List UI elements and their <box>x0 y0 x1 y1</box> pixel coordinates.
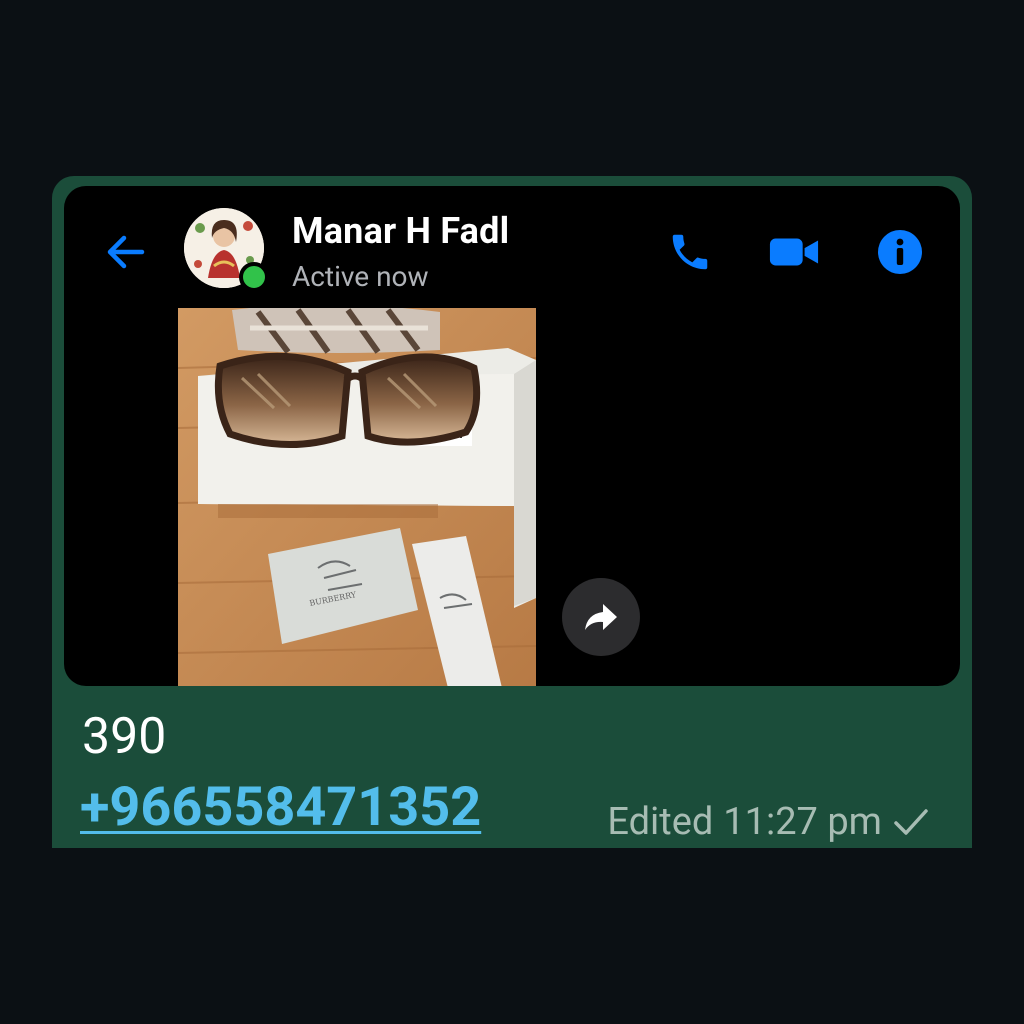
message-meta: Edited 11:27 pm <box>607 800 930 844</box>
sunglasses-photo[interactable]: BURBERRY <box>178 308 536 686</box>
video-call-button[interactable] <box>768 226 820 278</box>
active-status-dot <box>239 262 269 292</box>
info-button[interactable] <box>874 226 926 278</box>
sunglasses-photo-image: BURBERRY <box>178 308 536 686</box>
arrow-left-icon <box>107 235 145 269</box>
attached-screenshot[interactable]: Manar H Fadl Active now BURBERRY <box>64 186 960 686</box>
share-arrow-icon <box>585 604 617 630</box>
check-icon <box>894 809 928 835</box>
message-bubble[interactable]: Manar H Fadl Active now BURBERRY 390 +96… <box>52 176 972 848</box>
info-icon <box>878 230 922 274</box>
contact-status: Active now <box>292 260 429 293</box>
edited-label: Edited <box>607 800 714 844</box>
contact-name[interactable]: Manar H Fadl <box>292 210 509 252</box>
message-time: 11:27 pm <box>723 800 882 844</box>
phone-number-link[interactable]: +966558471352 <box>80 776 481 839</box>
message-text: 390 <box>82 708 167 766</box>
phone-icon <box>672 234 708 270</box>
share-button[interactable] <box>562 578 640 656</box>
call-button[interactable] <box>664 226 716 278</box>
video-camera-icon <box>769 238 819 266</box>
back-button[interactable] <box>100 230 150 274</box>
